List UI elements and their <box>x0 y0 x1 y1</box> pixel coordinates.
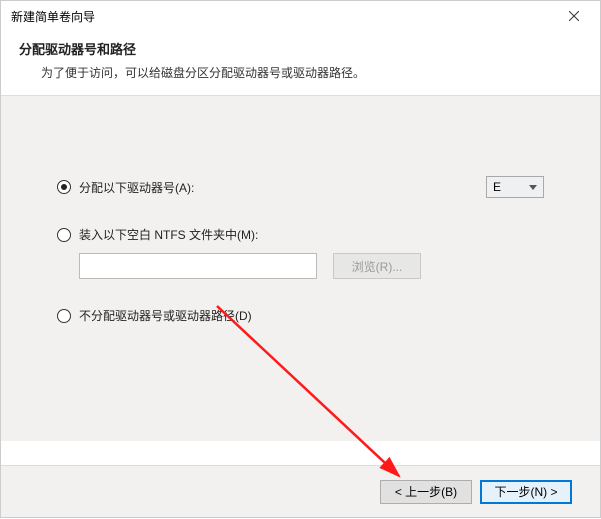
header-area: 分配驱动器号和路径 为了便于访问，可以给磁盘分区分配驱动器号或驱动器路径。 <box>1 31 600 95</box>
header-title: 分配驱动器号和路径 <box>19 39 582 58</box>
mount-path-row: 浏览(R)... <box>79 253 544 279</box>
wizard-dialog: 新建简单卷向导 分配驱动器号和路径 为了便于访问，可以给磁盘分区分配驱动器号或驱… <box>0 0 601 518</box>
window-title: 新建简单卷向导 <box>11 8 95 25</box>
drive-letter-value: E <box>493 180 501 194</box>
assign-letter-label: 分配以下驱动器号(A): <box>79 179 194 196</box>
option-no-assign[interactable]: 不分配驱动器号或驱动器路径(D) <box>57 307 252 324</box>
drive-letter-select[interactable]: E <box>486 176 544 198</box>
header-description: 为了便于访问，可以给磁盘分区分配驱动器号或驱动器路径。 <box>19 64 582 81</box>
radio-assign-letter[interactable] <box>57 180 71 194</box>
option-assign-letter-row: 分配以下驱动器号(A): E <box>57 176 544 198</box>
option-mount-folder-row: 装入以下空白 NTFS 文件夹中(M): <box>57 226 544 243</box>
mount-path-input <box>79 253 317 279</box>
radio-mount-folder[interactable] <box>57 228 71 242</box>
browse-button: 浏览(R)... <box>333 253 421 279</box>
option-mount-folder[interactable]: 装入以下空白 NTFS 文件夹中(M): <box>57 226 258 243</box>
close-button[interactable] <box>552 2 596 30</box>
back-button[interactable]: < 上一步(B) <box>380 480 472 504</box>
option-no-assign-row: 不分配驱动器号或驱动器路径(D) <box>57 307 544 324</box>
content-area: 分配以下驱动器号(A): E 装入以下空白 NTFS 文件夹中(M): 浏览(R… <box>1 96 600 441</box>
option-assign-letter[interactable]: 分配以下驱动器号(A): <box>57 179 194 196</box>
titlebar: 新建简单卷向导 <box>1 1 600 31</box>
close-icon <box>569 11 579 21</box>
radio-no-assign[interactable] <box>57 309 71 323</box>
mount-folder-label: 装入以下空白 NTFS 文件夹中(M): <box>79 226 258 243</box>
next-button[interactable]: 下一步(N) > <box>480 480 572 504</box>
no-assign-label: 不分配驱动器号或驱动器路径(D) <box>79 307 252 324</box>
footer: < 上一步(B) 下一步(N) > <box>1 465 600 517</box>
